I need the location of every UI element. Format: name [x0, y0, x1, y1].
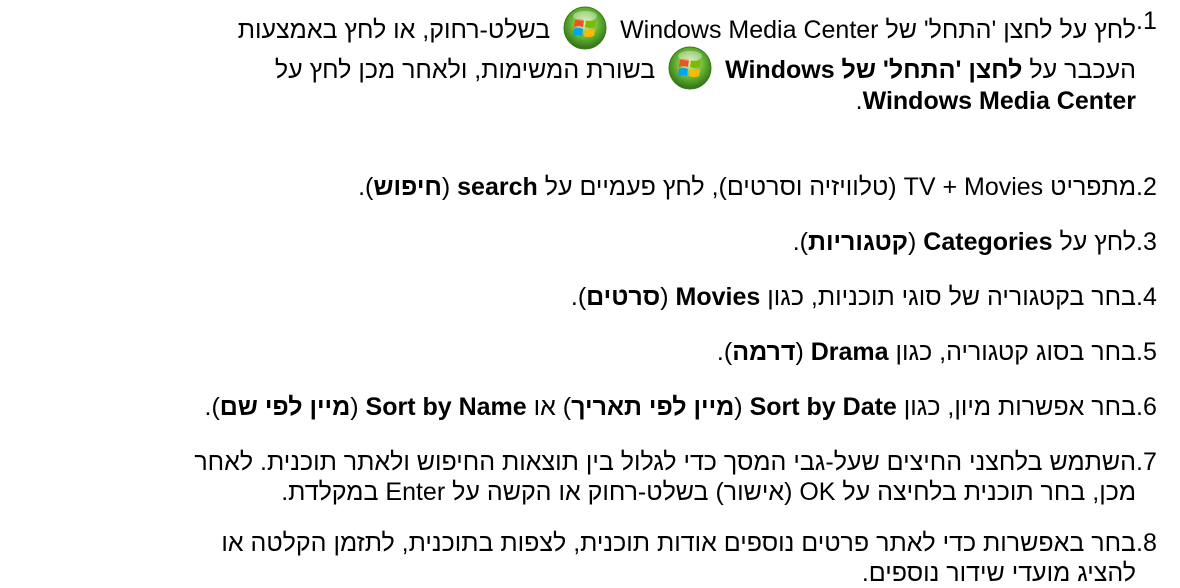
step-text-part: בחר אפשרות מיון, כגון [903, 393, 1136, 421]
step-text-part: העכבר על [1029, 56, 1136, 84]
step-number: .2 [1136, 173, 1157, 201]
windows-start-logo-icon [668, 46, 712, 90]
step-text: לחץ על לחצן 'התחל' של Windows Media Cent… [0, 6, 1136, 116]
step-text-bold: Movies [675, 283, 761, 311]
step-1-line-2: העכבר על לחצן 'התחל' של Windows בשורת המ… [0, 46, 1136, 90]
step-text-part: ). [716, 338, 733, 366]
step-text-bold: דרמה [732, 338, 796, 366]
step-text-part: . [855, 87, 863, 115]
windows-start-logo-icon [563, 6, 607, 50]
step-text-bold: Drama [810, 338, 889, 366]
step-text-part: ). [358, 173, 374, 201]
step-number: .7 [1136, 448, 1157, 476]
step-3: .3 לחץ על Categories (קטגוריות). [0, 227, 1180, 257]
step-text-bold: חיפוש [373, 173, 442, 201]
step-text-bold: Categories [923, 228, 1053, 256]
step-text-part: ( [734, 393, 750, 421]
step-text-bold: מיין לפי שם [219, 393, 351, 421]
step-text-part: ( [908, 228, 924, 256]
step-text-bold: Windows Media Center [862, 87, 1136, 115]
step-number: .1 [1136, 7, 1157, 35]
step-text-bold: קטגוריות [808, 228, 908, 256]
step-text-part: ). [570, 283, 587, 311]
step-number: .3 [1136, 228, 1157, 256]
step-text-part: ). [792, 228, 808, 256]
step-text: בחר בקטגוריה של סוגי תוכניות, כגון Movie… [0, 282, 1136, 312]
step-text: מתפריט TV + Movies (טלוויזיה וסרטים), לח… [0, 172, 1136, 202]
step-text-part: מתפריט TV + Movies (טלוויזיה וסרטים), לח… [544, 173, 1136, 201]
step-8-line-1: בחר באפשרות כדי לאתר פרטים נוספים אודות … [221, 529, 1136, 557]
step-text-bold: מיין לפי תאריך [571, 393, 735, 421]
step-1-line-3: Windows Media Center. [0, 86, 1136, 116]
step-text-bold: search [457, 173, 538, 201]
step-text-part: ( [441, 173, 458, 201]
step-1-line-1: לחץ על לחצן 'התחל' של Windows Media Cent… [0, 6, 1136, 50]
step-6: .6 בחר אפשרות מיון, כגון Sort by Date (מ… [0, 392, 1180, 422]
step-text-part: ( [795, 338, 811, 366]
step-text-part: בחר בקטגוריה של סוגי תוכניות, כגון [767, 283, 1136, 311]
step-text-part: בחר בסוג קטגוריה, כגון [895, 338, 1136, 366]
step-text-bold: סרטים [586, 283, 661, 311]
step-7: .7 השתמש בלחצני החיצים שעל-גבי המסך כדי … [0, 447, 1180, 507]
step-number: .4 [1136, 283, 1157, 311]
step-text-bold: Sort by Name [365, 393, 527, 421]
step-1: .1 לחץ על לחצן 'התחל' של Windows Media C… [0, 6, 1180, 116]
step-8-line-2: להציג מועדי שידור נוספים. [861, 559, 1136, 587]
step-2: .2 מתפריט TV + Movies (טלוויזיה וסרטים),… [0, 172, 1180, 202]
step-text: לחץ על Categories (קטגוריות). [0, 227, 1136, 257]
step-text: בחר בסוג קטגוריה, כגון Drama (דרמה). [0, 337, 1136, 367]
step-7-line-2: מכן, בחר תוכנית בלחיצה על OK (אישור) בשל… [281, 478, 1136, 506]
step-5: .5 בחר בסוג קטגוריה, כגון Drama (דרמה). [0, 337, 1180, 367]
step-text-part: ( [350, 393, 366, 421]
step-number: .6 [1136, 393, 1157, 421]
step-text-part: ( [660, 283, 676, 311]
step-text-part: לחץ על לחצן 'התחל' של Windows Media Cent… [620, 16, 1136, 44]
step-text-bold: Sort by Date [749, 393, 897, 421]
instructions-page: .1 לחץ על לחצן 'התחל' של Windows Media C… [0, 0, 1180, 588]
step-text: בחר באפשרות כדי לאתר פרטים נוספים אודות … [0, 528, 1136, 588]
step-8: .8 בחר באפשרות כדי לאתר פרטים נוספים אוד… [0, 528, 1180, 588]
step-text: בחר אפשרות מיון, כגון Sort by Date (מיין… [0, 392, 1136, 422]
step-number: .8 [1136, 529, 1157, 557]
step-7-line-1: השתמש בלחצני החיצים שעל-גבי המסך כדי לגל… [194, 448, 1136, 476]
step-4: .4 בחר בקטגוריה של סוגי תוכניות, כגון Mo… [0, 282, 1180, 312]
step-text-part: ) או [533, 393, 572, 421]
step-text-bold: לחצן 'התחל' של Windows [725, 56, 1023, 84]
step-number: .5 [1136, 338, 1157, 366]
step-text-part: בשורת המשימות, ולאחר מכן לחץ על [274, 56, 656, 84]
step-text-part: בשלט-רחוק, או לחץ באמצעות [237, 16, 551, 44]
step-text-part: ). [204, 393, 220, 421]
step-text: השתמש בלחצני החיצים שעל-גבי המסך כדי לגל… [0, 447, 1136, 507]
step-text-part: לחץ על [1059, 228, 1136, 256]
